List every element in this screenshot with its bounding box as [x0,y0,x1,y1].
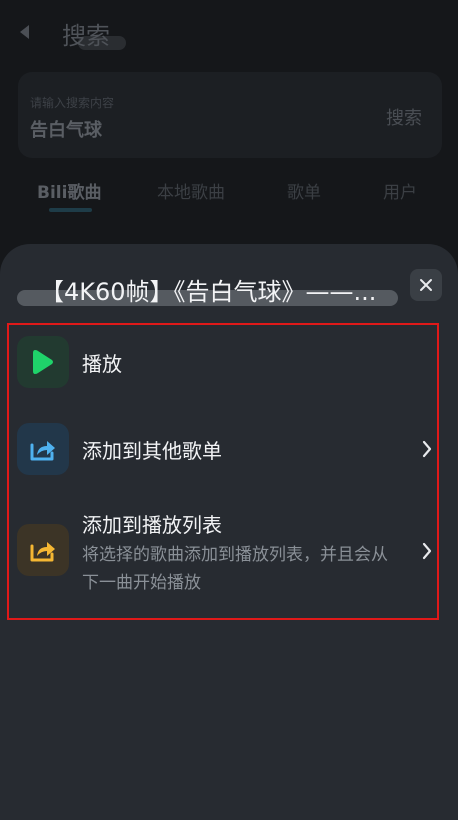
page-title: 搜索 [62,22,110,50]
sheet-title: 【4K60帧】《告白气球》——... [40,278,377,306]
tab-users[interactable]: 用户 [383,178,417,203]
menu-item-label: 添加到播放列表 [82,513,222,537]
tab-local-songs[interactable]: 本地歌曲 [157,178,225,203]
menu-item-label: 添加到其他歌单 [82,439,222,463]
share-icon-tile [17,423,69,475]
search-card: 请输入搜索内容 告白气球 搜索 [18,72,442,158]
back-arrow-icon[interactable] [20,25,29,39]
tab-playlists[interactable]: 歌单 [287,178,321,203]
result-tabs: Bili歌曲 本地歌曲 歌单 用户 [0,174,458,224]
menu-item-description: 将选择的歌曲添加到播放列表，并且会从下一曲开始播放 [82,545,388,593]
menu-item-label: 播放 [82,352,122,376]
tab-indicator [49,208,92,212]
search-button[interactable]: 搜索 [386,104,422,130]
chevron-right-icon [422,440,432,458]
search-placeholder: 请输入搜索内容 [30,96,115,110]
menu-item-add-to-playlist[interactable]: 添加到其他歌单 [17,423,439,475]
share-icon [30,542,55,562]
menu-item-play[interactable]: 播放 [17,336,439,388]
menu-item-add-to-queue[interactable]: 添加到播放列表 将选择的歌曲添加到播放列表，并且会从下一曲开始播放 [17,506,439,602]
song-action-sheet: 【4K60帧】《告白气球》——... 播放 添加到其他歌单 添加到播放列表 将选… [0,244,458,820]
top-bar: 搜索 [0,0,458,66]
close-button[interactable] [410,269,442,301]
share-icon-tile [17,524,69,576]
play-icon [33,350,53,374]
chevron-right-icon [422,542,432,560]
play-icon-tile [17,336,69,388]
tab-bili-songs[interactable]: Bili歌曲 [37,178,101,203]
search-input[interactable]: 告白气球 [30,116,102,142]
share-icon [30,441,55,461]
close-icon [420,279,432,291]
screen: 搜索 请输入搜索内容 告白气球 搜索 Bili歌曲 本地歌曲 歌单 用户 【4K… [0,0,458,820]
